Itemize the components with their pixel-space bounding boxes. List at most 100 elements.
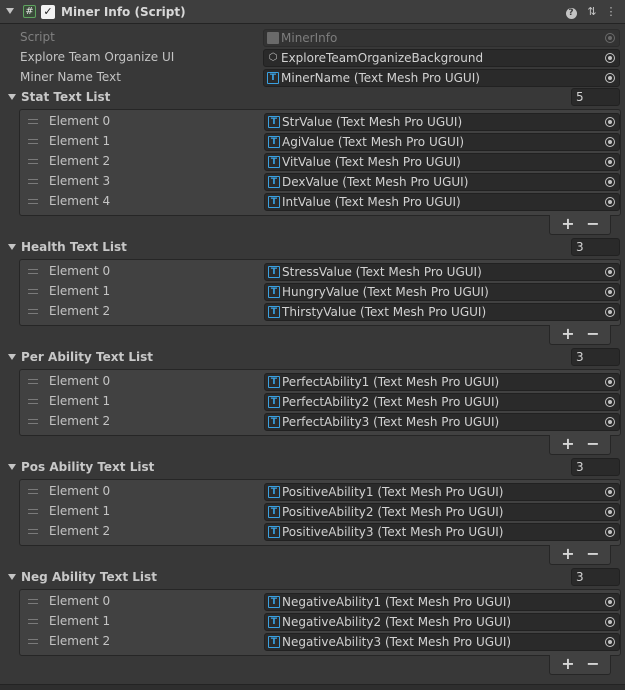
object-picker-icon[interactable] [605, 287, 615, 297]
object-field[interactable]: T DexValue (Text Mesh Pro UGUI) [264, 173, 620, 191]
object-picker-icon[interactable] [605, 507, 615, 517]
add-element-button[interactable]: + [558, 325, 578, 343]
component-header[interactable]: # ✓ Miner Info (Script) ? ⇅ ⋮ [0, 0, 625, 24]
object-field[interactable]: T HungryValue (Text Mesh Pro UGUI) [264, 283, 620, 301]
remove-element-button[interactable]: − [583, 215, 603, 233]
preset-icon[interactable]: ⇅ [584, 4, 600, 20]
object-picker-icon[interactable] [605, 417, 615, 427]
remove-element-button[interactable]: − [583, 545, 603, 563]
object-picker-icon[interactable] [605, 137, 615, 147]
object-picker-icon[interactable] [605, 53, 615, 63]
object-picker-icon[interactable] [605, 157, 615, 167]
object-field[interactable]: T MinerName (Text Mesh Pro UGUI) [263, 69, 620, 87]
list-size-field[interactable]: 5 [571, 88, 620, 106]
list-element-row[interactable]: Element 0 T StressValue (Text Mesh Pro UGU… [20, 262, 620, 282]
object-picker-icon[interactable] [605, 637, 615, 647]
object-picker-icon[interactable] [605, 487, 615, 497]
list-size-field[interactable]: 3 [571, 458, 620, 476]
list-header[interactable]: Per Ability Text List 3 [0, 347, 625, 367]
object-picker-icon[interactable] [605, 597, 615, 607]
drag-handle-icon[interactable] [28, 379, 38, 384]
list-element-row[interactable]: Element 2 T PerfectAbility3 (Text Mesh Pro… [20, 412, 620, 432]
triangle-down-icon[interactable] [8, 574, 16, 580]
fold-arrow-icon[interactable] [6, 8, 14, 14]
list-header[interactable]: Pos Ability Text List 3 [0, 457, 625, 477]
drag-handle-icon[interactable] [28, 419, 38, 424]
drag-handle-icon[interactable] [28, 509, 38, 514]
object-field[interactable]: T PerfectAbility2 (Text Mesh Pro UGUI) [264, 393, 620, 411]
list-size-field[interactable]: 3 [571, 568, 620, 586]
list-element-row[interactable]: Element 3 T DexValue (Text Mesh Pro UGUI) [20, 172, 620, 192]
object-field[interactable]: T PositiveAbility2 (Text Mesh Pro UGUI) [264, 503, 620, 521]
remove-element-button[interactable]: − [583, 655, 603, 673]
list-element-row[interactable]: Element 1 T NegativeAbility2 (Text Mesh Pr… [20, 612, 620, 632]
list-size-field[interactable]: 3 [571, 238, 620, 256]
drag-handle-icon[interactable] [28, 269, 38, 274]
object-picker-icon[interactable] [605, 73, 615, 83]
help-icon[interactable]: ? [563, 4, 579, 20]
list-element-row[interactable]: Element 1 T AgiValue (Text Mesh Pro UGUI) [20, 132, 620, 152]
object-field[interactable]: T StrValue (Text Mesh Pro UGUI) [264, 113, 620, 131]
enable-checkbox[interactable]: ✓ [41, 5, 55, 19]
list-element-row[interactable]: Element 4 T IntValue (Text Mesh Pro UGUI) [20, 192, 620, 212]
object-picker-icon[interactable] [605, 117, 615, 127]
object-picker-icon[interactable] [605, 527, 615, 537]
list-header[interactable]: Stat Text List 5 [0, 87, 625, 107]
drag-handle-icon[interactable] [28, 399, 38, 404]
list-element-row[interactable]: Element 2 T ThirstyValue (Text Mesh Pro UG… [20, 302, 620, 322]
drag-handle-icon[interactable] [28, 529, 38, 534]
list-header[interactable]: Neg Ability Text List 3 [0, 567, 625, 587]
object-field[interactable]: T VitValue (Text Mesh Pro UGUI) [264, 153, 620, 171]
object-field[interactable]: T PerfectAbility3 (Text Mesh Pro UGUI) [264, 413, 620, 431]
object-picker-icon[interactable] [605, 267, 615, 277]
drag-handle-icon[interactable] [28, 599, 38, 604]
object-field[interactable]: T ThirstyValue (Text Mesh Pro UGUI) [264, 303, 620, 321]
list-element-row[interactable]: Element 0 T PerfectAbility1 (Text Mesh Pro… [20, 372, 620, 392]
list-element-row[interactable]: Element 2 T PositiveAbility3 (Text Mesh Pr… [20, 522, 620, 542]
triangle-down-icon[interactable] [8, 354, 16, 360]
drag-handle-icon[interactable] [28, 159, 38, 164]
object-field[interactable]: T NegativeAbility2 (Text Mesh Pro UGUI) [264, 613, 620, 631]
drag-handle-icon[interactable] [28, 639, 38, 644]
object-field[interactable]: T PerfectAbility1 (Text Mesh Pro UGUI) [264, 373, 620, 391]
drag-handle-icon[interactable] [28, 179, 38, 184]
add-element-button[interactable]: + [558, 655, 578, 673]
object-picker-icon[interactable] [605, 177, 615, 187]
object-field[interactable]: T NegativeAbility3 (Text Mesh Pro UGUI) [264, 633, 620, 651]
list-element-row[interactable]: Element 0 T StrValue (Text Mesh Pro UGUI) [20, 112, 620, 132]
object-field[interactable]: T PositiveAbility3 (Text Mesh Pro UGUI) [264, 523, 620, 541]
object-picker-icon[interactable] [605, 377, 615, 387]
triangle-down-icon[interactable] [8, 94, 16, 100]
remove-element-button[interactable]: − [583, 435, 603, 453]
list-element-row[interactable]: Element 1 T PositiveAbility2 (Text Mesh Pr… [20, 502, 620, 522]
drag-handle-icon[interactable] [28, 199, 38, 204]
remove-element-button[interactable]: − [583, 325, 603, 343]
drag-handle-icon[interactable] [28, 139, 38, 144]
drag-handle-icon[interactable] [28, 619, 38, 624]
object-field[interactable]: T PositiveAbility1 (Text Mesh Pro UGUI) [264, 483, 620, 501]
object-field[interactable]: T AgiValue (Text Mesh Pro UGUI) [264, 133, 620, 151]
drag-handle-icon[interactable] [28, 289, 38, 294]
list-element-row[interactable]: Element 1 T HungryValue (Text Mesh Pro UGU… [20, 282, 620, 302]
add-element-button[interactable]: + [558, 215, 578, 233]
object-field[interactable]: T IntValue (Text Mesh Pro UGUI) [264, 193, 620, 211]
list-element-row[interactable]: Element 0 T PositiveAbility1 (Text Mesh Pr… [20, 482, 620, 502]
object-field[interactable]: ⬡ ExploreTeamOrganizeBackground [263, 49, 620, 67]
object-picker-icon[interactable] [605, 617, 615, 627]
object-picker-icon[interactable] [605, 307, 615, 317]
list-header[interactable]: Health Text List 3 [0, 237, 625, 257]
kebab-menu-icon[interactable]: ⋮ [603, 4, 619, 20]
add-element-button[interactable]: + [558, 545, 578, 563]
drag-handle-icon[interactable] [28, 309, 38, 314]
object-picker-icon[interactable] [605, 197, 615, 207]
list-element-row[interactable]: Element 2 T NegativeAbility3 (Text Mesh Pr… [20, 632, 620, 652]
object-picker-icon[interactable] [605, 397, 615, 407]
triangle-down-icon[interactable] [8, 464, 16, 470]
drag-handle-icon[interactable] [28, 489, 38, 494]
triangle-down-icon[interactable] [8, 244, 16, 250]
drag-handle-icon[interactable] [28, 119, 38, 124]
object-field[interactable]: T NegativeAbility1 (Text Mesh Pro UGUI) [264, 593, 620, 611]
list-element-row[interactable]: Element 1 T PerfectAbility2 (Text Mesh Pro… [20, 392, 620, 412]
list-size-field[interactable]: 3 [571, 348, 620, 366]
object-field[interactable]: T StressValue (Text Mesh Pro UGUI) [264, 263, 620, 281]
